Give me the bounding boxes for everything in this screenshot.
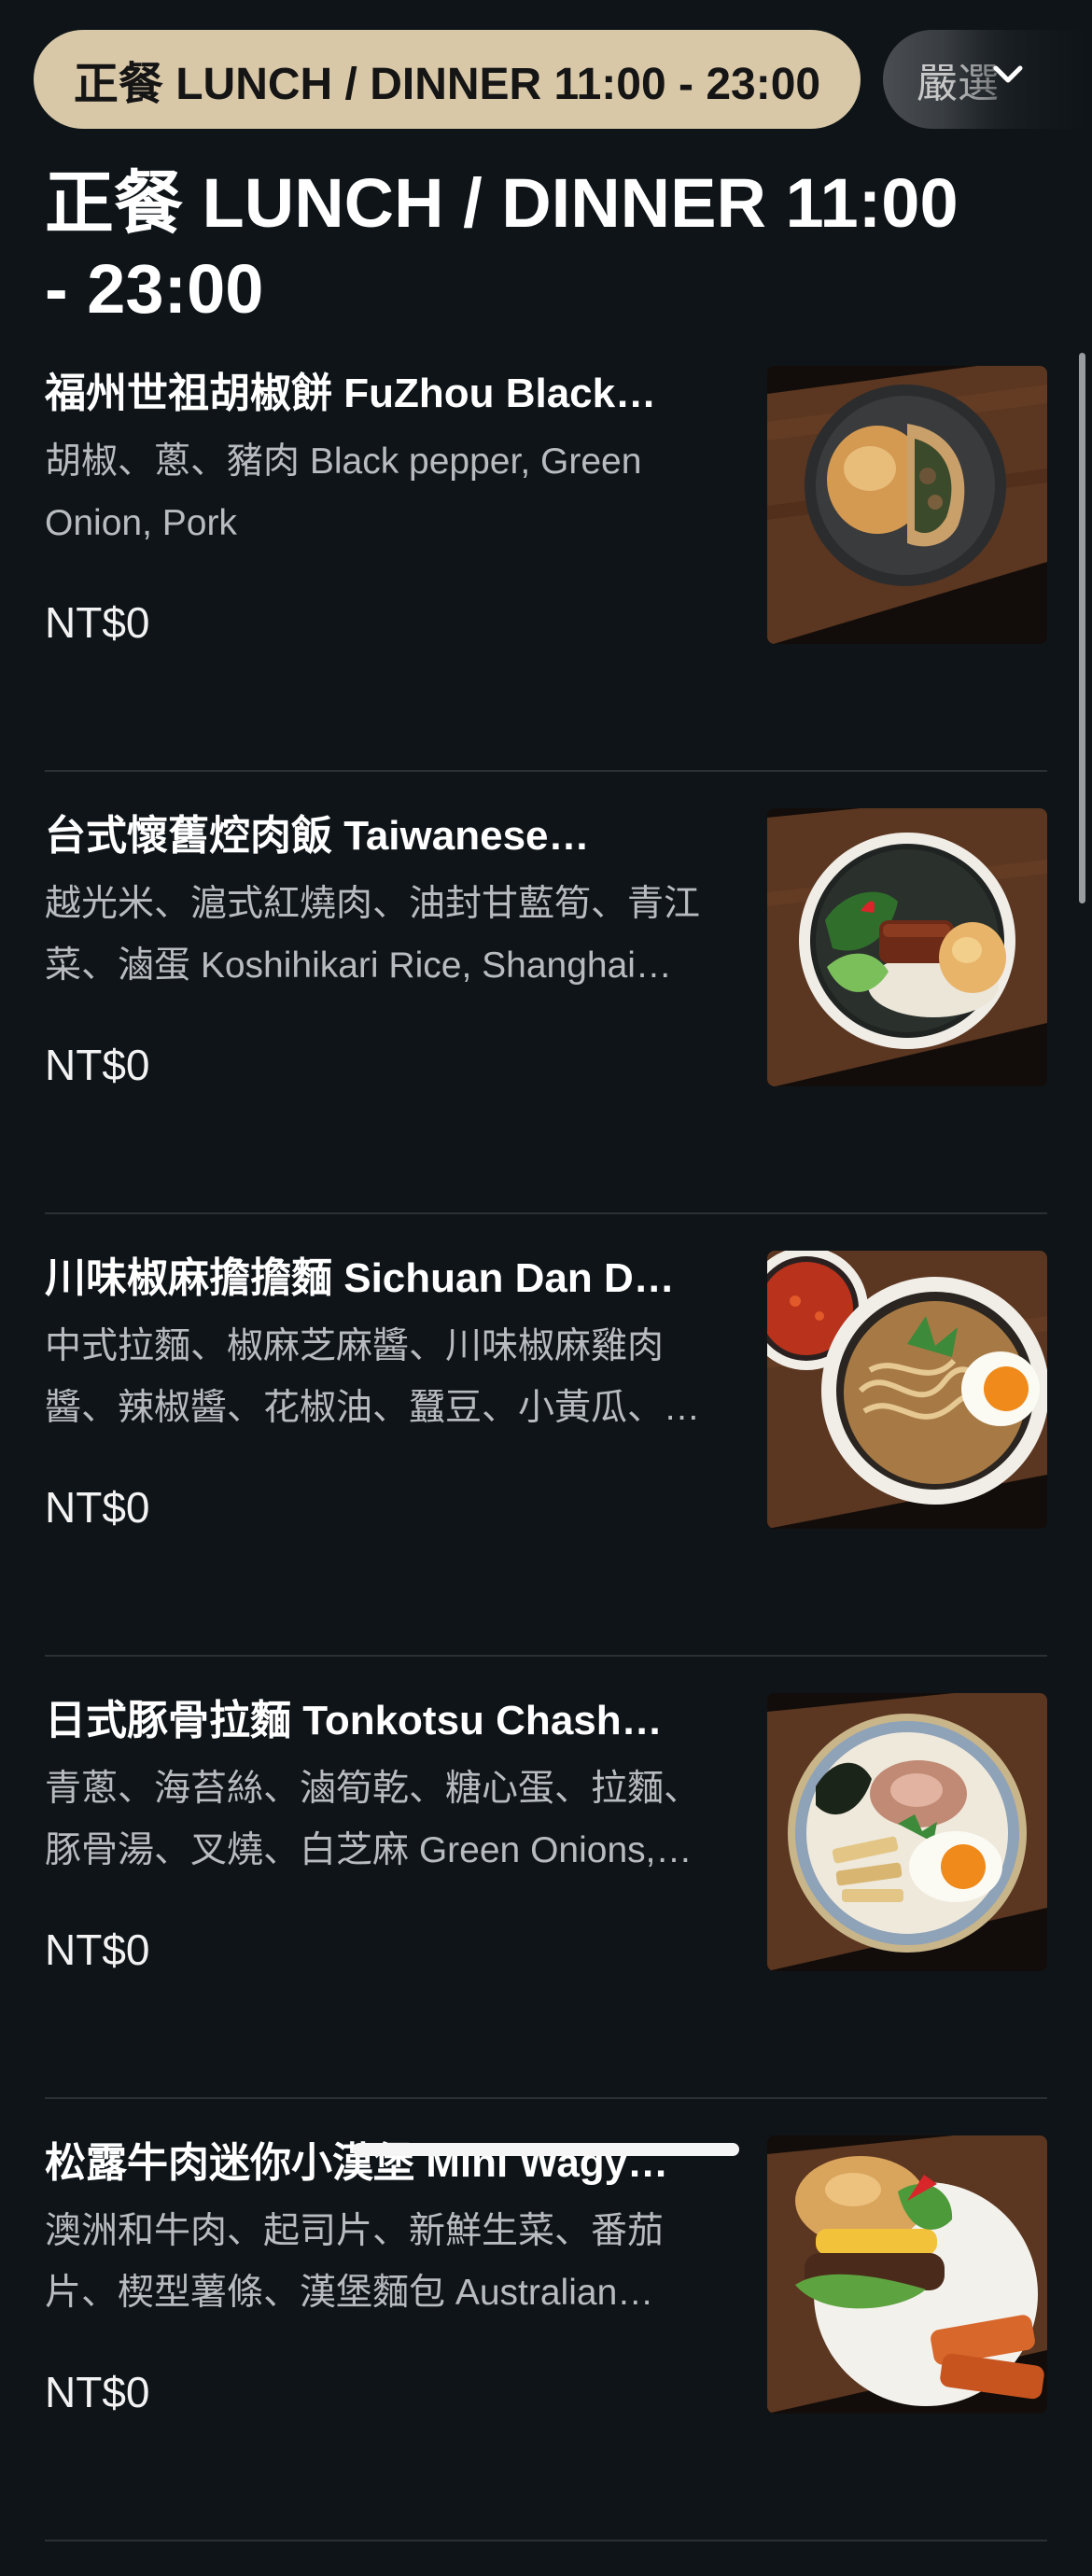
tonkotsu-ramen-photo[interactable] (767, 1693, 1047, 1971)
item-price: NT$0 (45, 1041, 150, 1089)
menu-item[interactable]: 松露牛肉迷你小漢堡 Mini Wagy… 澳洲和牛肉、起司片、新鮮生菜、番茄片、… (45, 2134, 1047, 2541)
menu-item[interactable]: 日式豚骨拉麵 Tonkotsu Chash… 青蔥、海苔絲、滷筍乾、糖心蛋、拉麵… (45, 1691, 1047, 2099)
item-price: NT$0 (45, 1483, 150, 1532)
section-title: 正餐 LUNCH / DINNER 11:00 - 23:00 (45, 164, 959, 328)
menu-item[interactable]: 福州世祖胡椒餅 FuZhou Black… 胡椒、蔥、豬肉 Black pepp… (45, 364, 1047, 772)
chevron-down-icon[interactable] (991, 58, 1025, 91)
item-description: 胡椒、蔥、豬肉 Black pepper, Green Onion, Pork (45, 441, 642, 543)
item-description: 中式拉麵、椒麻芝麻醬、川味椒麻雞肉醬、辣椒醬、花椒油、蠶豆、小黃瓜、… (45, 1326, 701, 1428)
item-name: 台式懷舊焢肉飯 Taiwanese… (45, 813, 590, 859)
mini-wagyu-burger-photo[interactable] (767, 2135, 1047, 2414)
tab-selected[interactable]: 嚴選 (883, 30, 1092, 129)
item-description: 越光米、滬式紅燒肉、油封甘藍筍、青江菜、滷蛋 Koshihikari Rice,… (45, 884, 701, 986)
tab-lunch-dinner[interactable]: 正餐 LUNCH / DINNER 11:00 - 23:00 (34, 30, 861, 129)
item-price: NT$0 (45, 1925, 150, 1974)
item-description: 澳洲和牛肉、起司片、新鮮生菜、番茄片、楔型薯條、漢堡麵包 Australian… (45, 2211, 665, 2313)
braised-pork-rice-photo[interactable] (767, 808, 1047, 1086)
menu-list: 福州世祖胡椒餅 FuZhou Black… 胡椒、蔥、豬肉 Black pepp… (45, 364, 1047, 2576)
item-price: NT$0 (45, 2368, 150, 2416)
scrollbar[interactable] (1079, 353, 1085, 903)
item-name: 福州世祖胡椒餅 FuZhou Black… (45, 371, 657, 416)
item-price: NT$0 (45, 598, 150, 647)
item-name: 川味椒麻擔擔麵 Sichuan Dan D… (45, 1255, 675, 1301)
menu-item[interactable]: 川味椒麻擔擔麵 Sichuan Dan D… 中式拉麵、椒麻芝麻醬、川味椒麻雞肉… (45, 1249, 1047, 1657)
pepper-bun-photo[interactable] (767, 366, 1047, 644)
item-name: 日式豚骨拉麵 Tonkotsu Chash… (45, 1698, 663, 1743)
dan-dan-noodles-photo[interactable] (767, 1251, 1047, 1529)
category-tab-bar: 正餐 LUNCH / DINNER 11:00 - 23:00 嚴選 (0, 0, 1092, 159)
item-description: 青蔥、海苔絲、滷筍乾、糖心蛋、拉麵、豚骨湯、叉燒、白芝麻 Green Onion… (45, 1769, 701, 1870)
menu-item[interactable]: 台式懷舊焢肉飯 Taiwanese… 越光米、滬式紅燒肉、油封甘藍筍、青江菜、滷… (45, 806, 1047, 1214)
home-indicator (353, 2143, 739, 2156)
